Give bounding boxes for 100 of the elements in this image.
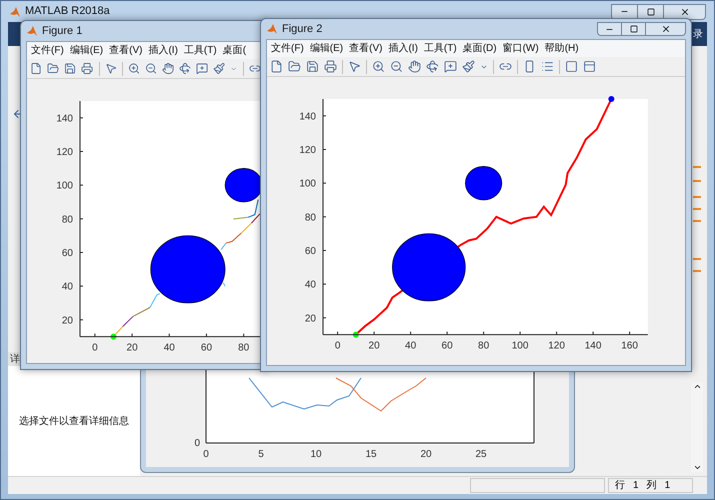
- menu-item[interactable]: 插入(I): [148, 43, 178, 58]
- minimize-button[interactable]: [611, 4, 638, 20]
- scroll-down-icon[interactable]: [692, 463, 702, 472]
- data-tip-icon[interactable]: [444, 60, 457, 73]
- status-value: 1: [664, 479, 670, 493]
- tick-label: 60: [200, 342, 212, 354]
- zoom-in-icon[interactable]: [372, 60, 385, 73]
- brush-icon[interactable]: [462, 60, 475, 73]
- tick-label: 120: [548, 340, 565, 352]
- tick-label: 20: [368, 340, 380, 352]
- window-title: MATLAB R2018a: [25, 4, 110, 20]
- panel-title: 详: [10, 352, 20, 366]
- menu-item[interactable]: 桌面(: [222, 43, 246, 58]
- file-icon[interactable]: [270, 60, 283, 73]
- close-button[interactable]: [664, 4, 706, 20]
- tick-label: 15: [365, 449, 377, 460]
- menu-item[interactable]: 工具(T): [184, 43, 217, 58]
- matlab-logo-icon: [26, 25, 38, 37]
- tick-label: 60: [442, 340, 453, 352]
- scroll-up-icon[interactable]: [692, 382, 702, 391]
- tick-label: 20: [304, 313, 316, 324]
- zoom-out-icon[interactable]: [144, 62, 157, 75]
- tick-label: 120: [299, 145, 316, 156]
- tick-label: 10: [310, 449, 322, 460]
- obstacle-circle: [465, 166, 502, 200]
- tick-label: 40: [164, 342, 175, 354]
- colorbar-icon[interactable]: [523, 60, 536, 73]
- tick-label: 100: [512, 340, 528, 352]
- tick-label: 80: [62, 214, 73, 226]
- close-icon: [680, 6, 690, 16]
- hand-icon[interactable]: [162, 62, 174, 75]
- pointer-icon[interactable]: [348, 60, 361, 73]
- maximize-button[interactable]: [622, 22, 646, 36]
- status-label: 列: [646, 479, 657, 493]
- tick-label: 20: [126, 342, 138, 354]
- menu-item[interactable]: 插入(I): [388, 41, 418, 56]
- menu-item[interactable]: 查看(V): [109, 43, 142, 58]
- tick-label: 25: [475, 449, 487, 460]
- zoom-out-icon[interactable]: [390, 60, 403, 73]
- close-button[interactable]: [646, 22, 686, 36]
- tick-label: 0: [92, 342, 98, 354]
- menu-item[interactable]: 帮助(H): [544, 41, 579, 56]
- save-icon[interactable]: [306, 60, 319, 73]
- close-icon: [660, 24, 670, 34]
- tick-label: 5: [258, 449, 264, 460]
- tick-label: 100: [299, 178, 316, 190]
- menu-item[interactable]: 编辑(E): [70, 43, 104, 58]
- tick-label: 100: [56, 180, 73, 192]
- brush-icon[interactable]: [213, 62, 226, 75]
- matlab-logo-icon: [9, 6, 21, 18]
- menu-item[interactable]: 桌面(D): [462, 41, 497, 56]
- frame-icon[interactable]: [583, 60, 596, 73]
- tick-label: 40: [62, 282, 73, 293]
- printer-icon[interactable]: [324, 60, 337, 73]
- menu-item[interactable]: 窗口(W): [502, 41, 539, 56]
- tick-label: 20: [420, 449, 432, 460]
- tick-label: 60: [62, 248, 73, 259]
- tick-label: 160: [621, 340, 638, 352]
- data-tip-icon[interactable]: [196, 62, 208, 75]
- tick-label: 120: [56, 147, 73, 158]
- pointer-icon[interactable]: [104, 62, 117, 75]
- printer-icon[interactable]: [81, 62, 94, 75]
- toolstrip-label: 录: [693, 28, 703, 42]
- tick-label: 140: [584, 340, 602, 352]
- folder-icon[interactable]: [288, 60, 301, 73]
- maximize-button[interactable]: [638, 4, 664, 20]
- square-icon[interactable]: [565, 60, 578, 73]
- menu-item[interactable]: 文件(F): [31, 43, 64, 58]
- menu-item[interactable]: 查看(V): [349, 41, 382, 56]
- menu-item[interactable]: 工具(T): [424, 41, 457, 56]
- file-icon[interactable]: [30, 62, 42, 75]
- rotate-icon[interactable]: [179, 62, 192, 75]
- tick-label: 0: [203, 449, 209, 460]
- caret-icon[interactable]: [230, 64, 238, 72]
- tick-label: 40: [405, 340, 416, 352]
- tick-label: 40: [304, 280, 316, 291]
- tick-label: 20: [62, 315, 73, 326]
- hand-icon[interactable]: [408, 60, 421, 73]
- maximize-icon: [646, 8, 654, 16]
- scrollbar[interactable]: [691, 382, 703, 472]
- tick-label: 140: [299, 111, 316, 122]
- tick-label: 0: [194, 438, 200, 449]
- tick-label: 60: [304, 246, 316, 257]
- details-text: 选择文件以查看详细信息: [19, 414, 129, 428]
- tick-label: 80: [478, 340, 490, 352]
- zoom-in-icon[interactable]: [128, 62, 140, 75]
- window-title: Figure 1: [42, 24, 82, 39]
- status-value: 1: [633, 479, 639, 493]
- window-title: Figure 2: [282, 22, 322, 37]
- tick-label: 140: [56, 113, 73, 124]
- maximize-icon: [630, 25, 638, 33]
- status-label: 行: [615, 479, 625, 493]
- menu-item[interactable]: 编辑(E): [310, 41, 344, 56]
- tick-label: 80: [304, 212, 316, 224]
- folder-icon[interactable]: [47, 62, 60, 75]
- menu-item[interactable]: 文件(F): [271, 41, 304, 56]
- matlab-logo-icon: [266, 23, 278, 35]
- tick-label: 80: [238, 342, 250, 354]
- save-icon[interactable]: [64, 62, 76, 75]
- rotate-icon[interactable]: [426, 60, 439, 73]
